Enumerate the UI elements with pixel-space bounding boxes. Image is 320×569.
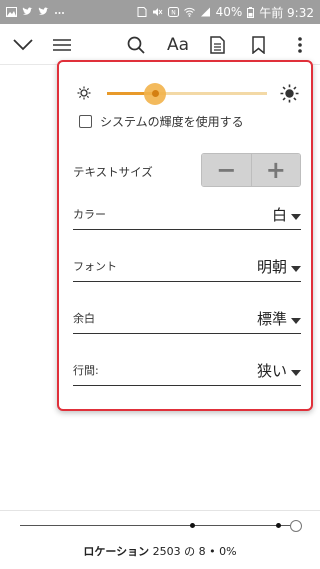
dropdown-caret-icon	[291, 214, 301, 220]
image-icon	[6, 7, 17, 17]
twitter-icon	[38, 7, 49, 15]
line-spacing-setting-label: 行間:	[73, 364, 99, 377]
location-indicator: ロケーション 2503 の 8 • 0%	[0, 543, 320, 559]
font-settings-button[interactable]: Aa	[163, 32, 193, 58]
font-setting-dropdown[interactable]: フォント 明朝	[73, 254, 301, 282]
text-size-row: テキストサイズ − +	[73, 153, 301, 187]
font-settings-label: Aa	[166, 35, 190, 55]
dropdown-caret-icon	[291, 370, 301, 376]
text-size-stepper: − +	[201, 153, 301, 187]
color-setting-dropdown[interactable]: カラー 白	[73, 202, 301, 230]
sun-large-icon	[280, 84, 299, 103]
text-size-label: テキストサイズ	[73, 165, 153, 179]
sim-icon	[137, 7, 147, 17]
bookmark-icon	[251, 36, 265, 54]
brightness-control	[77, 82, 299, 105]
notes-button[interactable]	[204, 32, 230, 58]
margin-setting-dropdown[interactable]: 余白 標準	[73, 306, 301, 334]
location-text: 2503 の 8 • 0%	[152, 545, 237, 558]
plus-icon: +	[265, 156, 286, 184]
bookmark-button[interactable]	[245, 32, 271, 58]
chevron-down-icon	[13, 39, 33, 51]
reading-progress-slider[interactable]	[20, 525, 298, 526]
svg-text:N: N	[171, 10, 176, 17]
system-brightness-option[interactable]: システムの輝度を使用する	[79, 113, 244, 130]
font-setting-value: 明朝	[256, 258, 287, 276]
nfc-icon: N	[167, 7, 179, 17]
status-bar-system: N 40% 午前 9:32	[136, 4, 314, 21]
dropdown-caret-icon	[291, 266, 301, 272]
decrease-text-size-button[interactable]: −	[202, 154, 251, 186]
table-of-contents-button[interactable]	[49, 32, 75, 58]
color-setting-label: カラー	[73, 208, 106, 221]
brightness-slider-thumb[interactable]	[151, 90, 159, 97]
signal-icon	[200, 7, 210, 17]
footer-divider	[0, 510, 320, 511]
battery-icon	[247, 6, 255, 18]
search-button[interactable]	[123, 32, 149, 58]
sun-small-icon	[77, 86, 91, 100]
search-icon	[127, 36, 145, 54]
system-brightness-label: システムの輝度を使用する	[100, 115, 244, 129]
more-vertical-icon	[298, 37, 302, 53]
collapse-button[interactable]	[10, 32, 36, 58]
brightness-slider[interactable]	[107, 83, 267, 105]
progress-marker	[276, 523, 282, 528]
status-bar-notifications	[6, 7, 65, 17]
notes-icon	[209, 36, 225, 54]
clock: 午前 9:32	[259, 5, 314, 20]
location-label: ロケーション	[83, 545, 150, 558]
reader-toolbar: Aa	[0, 24, 320, 64]
increase-text-size-button[interactable]: +	[250, 154, 300, 186]
ellipsis-icon	[55, 12, 64, 14]
system-brightness-checkbox[interactable]	[79, 115, 92, 128]
color-setting-value: 白	[271, 206, 287, 224]
reading-progress-thumb[interactable]	[290, 520, 302, 532]
minus-icon: −	[216, 156, 237, 184]
dropdown-caret-icon	[291, 318, 301, 324]
display-settings-panel: システムの輝度を使用する テキストサイズ − + カラー 白 フォント 明朝 余…	[57, 60, 313, 411]
status-bar: N 40% 午前 9:32	[0, 0, 320, 24]
battery-percent: 40%	[215, 5, 243, 19]
line-spacing-setting-dropdown[interactable]: 行間: 狭い	[73, 358, 301, 386]
more-options-button[interactable]	[287, 32, 313, 58]
margin-setting-label: 余白	[73, 312, 95, 325]
progress-marker	[189, 523, 195, 528]
line-spacing-setting-value: 狭い	[256, 362, 287, 380]
font-setting-label: フォント	[73, 260, 117, 273]
menu-icon	[53, 39, 71, 51]
wifi-icon	[183, 7, 195, 17]
margin-setting-value: 標準	[256, 310, 287, 328]
mute-icon	[152, 8, 162, 16]
twitter-icon	[22, 7, 33, 15]
